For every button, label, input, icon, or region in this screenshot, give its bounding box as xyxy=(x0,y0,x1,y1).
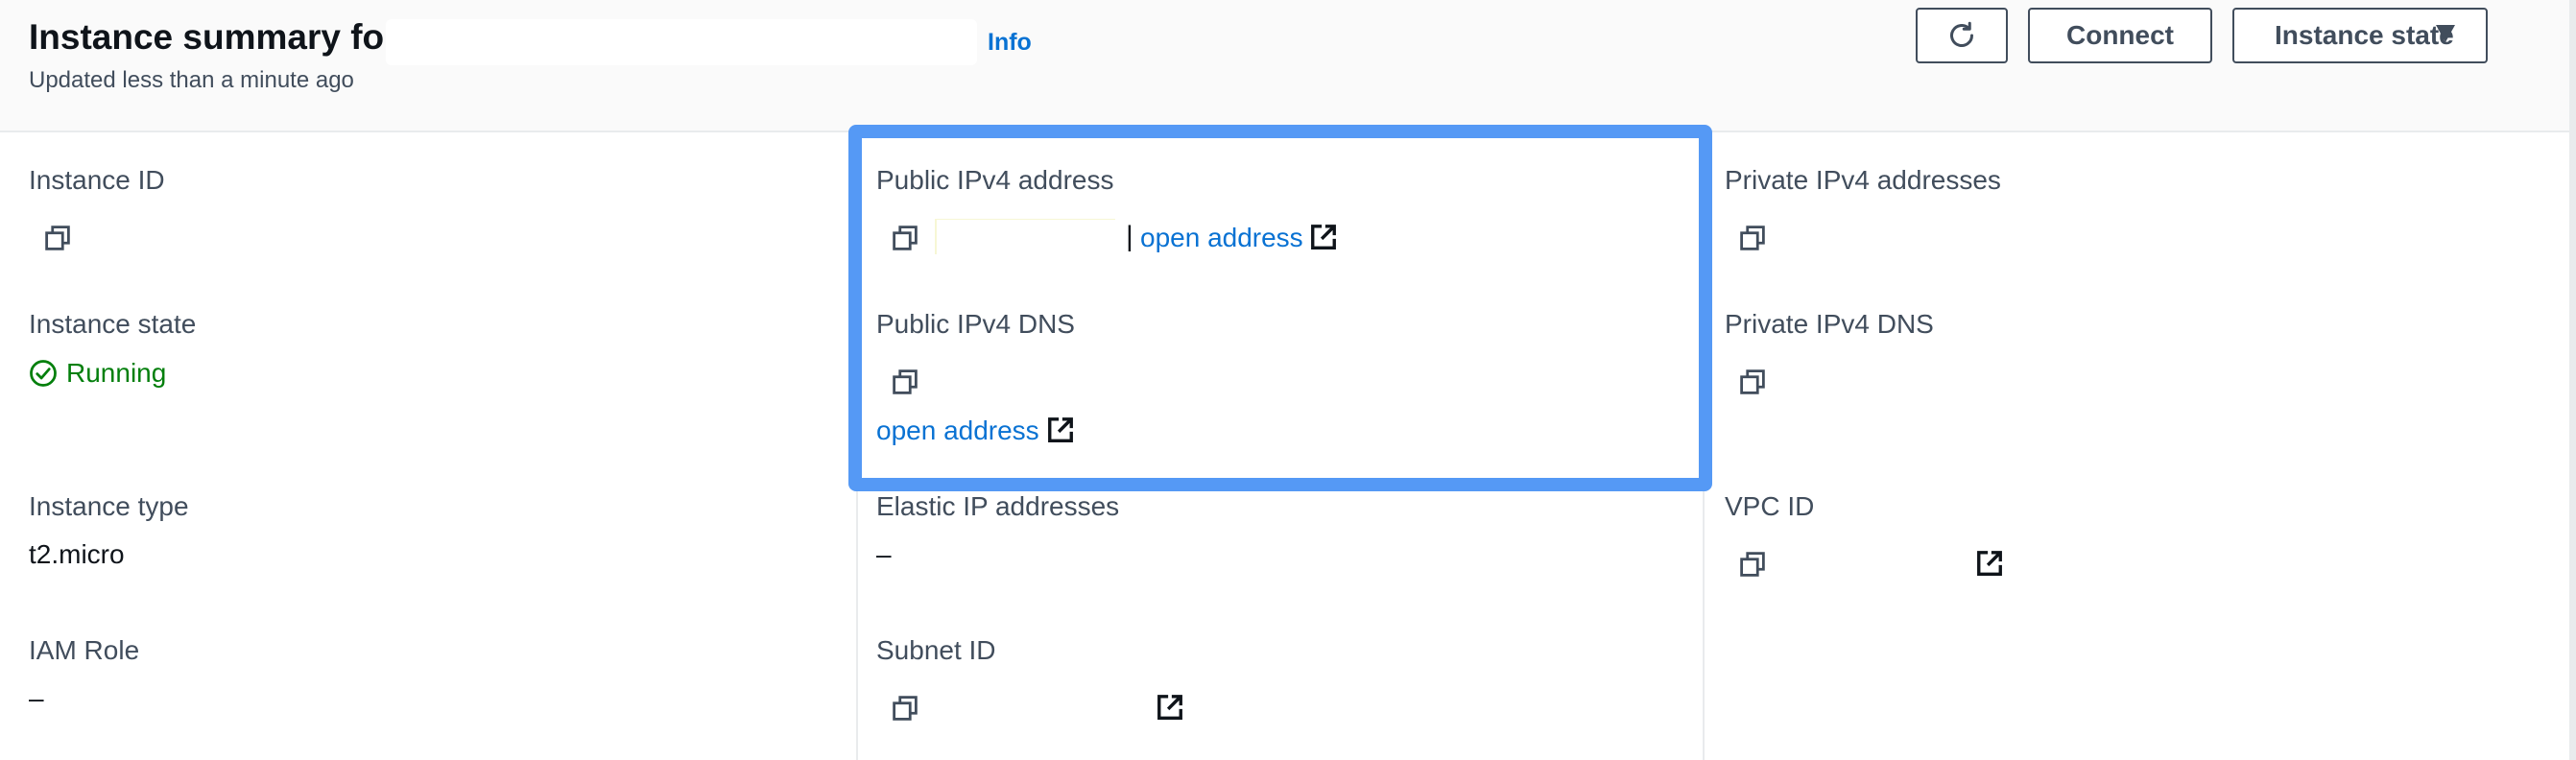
separator: | xyxy=(1126,221,1133,252)
redacted-ip-address xyxy=(935,219,1115,254)
iam-role-value: – xyxy=(29,683,44,713)
instance-state-value: Running xyxy=(66,358,167,388)
instance-state-label: Instance state xyxy=(29,309,197,339)
page-title: Instance summary for xyxy=(29,17,398,57)
copy-icon[interactable] xyxy=(892,225,918,251)
copy-icon[interactable] xyxy=(44,225,71,251)
refresh-button[interactable] xyxy=(1916,8,2008,63)
caret-down-icon xyxy=(2436,25,2455,42)
instance-state-dropdown-label: Instance state xyxy=(2275,20,2454,50)
instance-type-value: t2.micro xyxy=(29,539,125,569)
external-link-icon[interactable] xyxy=(1309,223,1338,251)
elastic-ip-label: Elastic IP addresses xyxy=(876,491,1120,521)
copy-icon[interactable] xyxy=(1739,225,1766,251)
copy-icon[interactable] xyxy=(1739,368,1766,395)
elastic-ip-value: – xyxy=(876,539,892,569)
external-link-icon[interactable] xyxy=(1046,416,1075,444)
private-ipv4-dns-label: Private IPv4 DNS xyxy=(1725,309,1934,339)
copy-icon[interactable] xyxy=(1739,551,1766,578)
public-ipv4-address-label: Public IPv4 address xyxy=(876,165,1114,195)
copy-icon[interactable] xyxy=(892,368,918,395)
iam-role-label: IAM Role xyxy=(29,635,140,665)
subnet-id-label: Subnet ID xyxy=(876,635,996,665)
scrollbar[interactable] xyxy=(2569,0,2576,760)
public-ipv4-dns-label: Public IPv4 DNS xyxy=(876,309,1075,339)
external-link-icon[interactable] xyxy=(1975,549,2004,578)
connect-button[interactable]: Connect xyxy=(2028,8,2212,63)
check-circle-icon xyxy=(30,360,57,387)
redacted-instance-name xyxy=(386,19,977,65)
vpc-id-label: VPC ID xyxy=(1725,491,1815,521)
open-address-link[interactable]: open address xyxy=(1140,223,1303,253)
private-ipv4-addresses-label: Private IPv4 addresses xyxy=(1725,165,2001,195)
instance-id-label: Instance ID xyxy=(29,165,165,195)
summary-header: Instance summary for Info Updated less t… xyxy=(0,0,2576,132)
refresh-icon xyxy=(1950,21,1973,47)
external-link-icon[interactable] xyxy=(1156,693,1184,722)
instance-state-dropdown[interactable]: Instance state xyxy=(2232,8,2488,63)
updated-timestamp: Updated less than a minute ago xyxy=(29,67,354,93)
open-address-link[interactable]: open address xyxy=(876,416,1039,446)
info-link[interactable]: Info xyxy=(988,29,1032,57)
instance-type-label: Instance type xyxy=(29,491,189,521)
copy-icon[interactable] xyxy=(892,695,918,722)
